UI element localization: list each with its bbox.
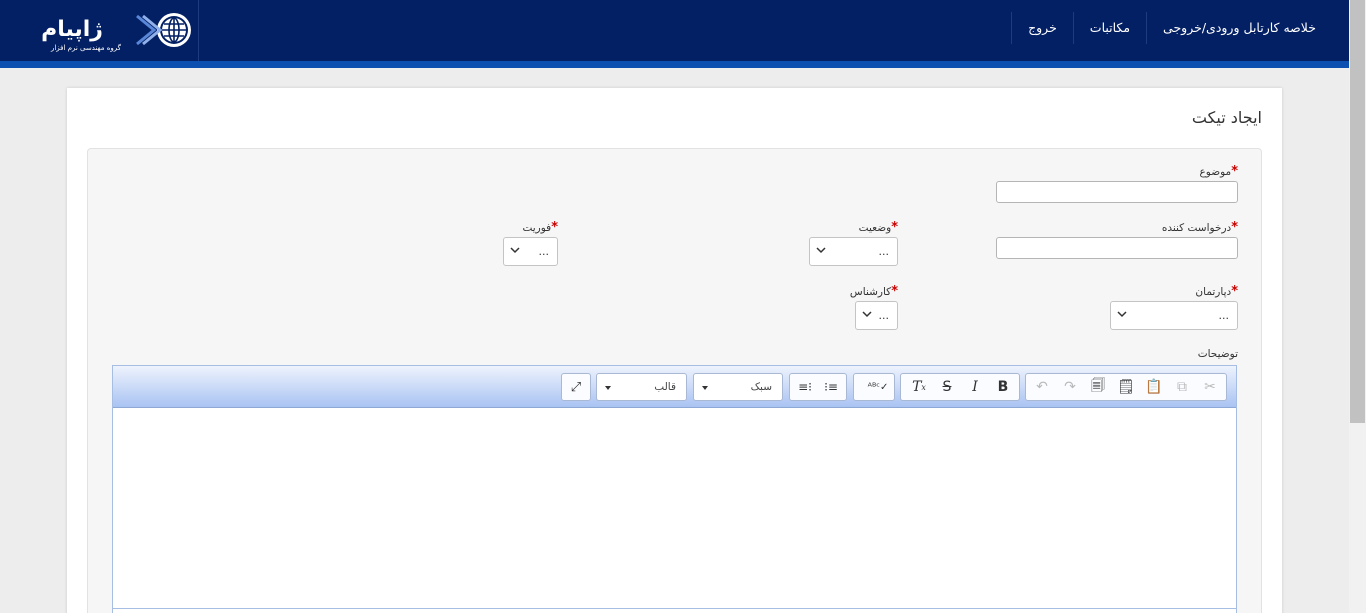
department-value: ... xyxy=(1218,309,1230,322)
paste-icon[interactable]: 📋 xyxy=(1140,375,1168,399)
template-combo-label: قالب xyxy=(654,381,676,393)
redo-icon[interactable]: ↷ xyxy=(1056,375,1084,399)
page-scrollbar[interactable] xyxy=(1349,0,1366,613)
spellcheck-icon[interactable]: ᴬᴮᶜ✓ xyxy=(864,375,892,399)
nav-item-inbox-summary[interactable]: خلاصه کارتابل ورودی/خروجی xyxy=(1146,12,1332,44)
rtl-icon[interactable]: ⁝≡ xyxy=(818,375,844,399)
paste-word-icon[interactable]: 🗐 xyxy=(1084,375,1112,399)
nav-menu: خروج مکاتبات خلاصه کارتابل ورودی/خروجی xyxy=(1011,12,1332,44)
spellcheck-group: ᴬᴮᶜ✓ xyxy=(853,373,895,401)
dropdown-arrow-icon xyxy=(605,386,611,390)
chevron-down-icon xyxy=(862,311,872,318)
logo-divider xyxy=(198,0,199,61)
subject-input[interactable] xyxy=(996,181,1238,203)
status-label: *وضعیت xyxy=(858,220,898,235)
remove-format-icon[interactable]: Tx xyxy=(905,375,933,399)
priority-label: *فوریت xyxy=(522,220,558,235)
expert-select[interactable]: ... xyxy=(855,301,898,330)
description-label: توضیحات xyxy=(1197,348,1238,360)
undo-icon[interactable]: ↶ xyxy=(1028,375,1056,399)
ticket-form: *موضوع *درخواست کننده *وضعیت ... *فوریت … xyxy=(87,148,1262,613)
clipboard-group: ✂ ⧉ 📋 🗒 🗐 ↷ ↶ xyxy=(1025,373,1227,401)
page-title: ایجاد تیکت xyxy=(1191,108,1262,127)
status-value: ... xyxy=(878,245,890,258)
logo-subtitle: گروه مهندسی نرم افزار xyxy=(50,43,122,52)
priority-value: ... xyxy=(538,245,550,258)
scrollbar-thumb[interactable] xyxy=(1350,0,1365,423)
nav-item-logout[interactable]: خروج xyxy=(1011,12,1073,44)
top-navbar: ژاپیام گروه مهندسی نرم افزار خروج مکاتبا… xyxy=(0,0,1349,61)
style-combo[interactable]: سبک xyxy=(693,373,783,401)
description-editor: ✂ ⧉ 📋 🗒 🗐 ↷ ↶ B I S Tx ᴬᴮᶜ✓ ⁝≡ ≡⁝ سبک قا… xyxy=(112,365,1237,613)
department-label: *دپارتمان xyxy=(1195,284,1238,299)
chevron-down-icon xyxy=(1117,311,1127,318)
chevron-down-icon xyxy=(510,247,520,254)
ltr-icon[interactable]: ≡⁝ xyxy=(792,375,818,399)
status-select[interactable]: ... xyxy=(809,237,898,266)
direction-group: ⁝≡ ≡⁝ xyxy=(789,373,847,401)
editor-toolbar: ✂ ⧉ 📋 🗒 🗐 ↷ ↶ B I S Tx ᴬᴮᶜ✓ ⁝≡ ≡⁝ سبک قا… xyxy=(113,366,1236,408)
maximize-group: ⤢ xyxy=(561,373,591,401)
strikethrough-icon[interactable]: S xyxy=(933,375,961,399)
chevron-down-icon xyxy=(816,247,826,254)
format-group: B I S Tx xyxy=(900,373,1020,401)
requester-input[interactable] xyxy=(996,237,1238,259)
company-logo[interactable]: ژاپیام گروه مهندسی نرم افزار xyxy=(14,6,199,56)
expert-value: ... xyxy=(878,309,890,322)
required-mark: * xyxy=(1231,164,1238,179)
cut-icon[interactable]: ✂ xyxy=(1196,375,1224,399)
style-combo-label: سبک xyxy=(750,381,772,393)
main-panel: ایجاد تیکت *موضوع *درخواست کننده *وضعیت … xyxy=(67,88,1282,613)
navbar-accent-strip xyxy=(0,61,1349,68)
dropdown-arrow-icon xyxy=(702,386,708,390)
expert-label: *کارشناس xyxy=(849,284,898,299)
maximize-icon[interactable]: ⤢ xyxy=(564,375,588,399)
requester-label: *درخواست کننده xyxy=(1161,220,1238,235)
copy-icon[interactable]: ⧉ xyxy=(1168,375,1196,399)
priority-select[interactable]: ... xyxy=(503,237,558,266)
department-select[interactable]: ... xyxy=(1110,301,1238,330)
paste-text-icon[interactable]: 🗒 xyxy=(1112,375,1140,399)
editor-content-area[interactable] xyxy=(113,409,1236,609)
nav-item-correspondence[interactable]: مکاتبات xyxy=(1072,12,1146,44)
template-combo[interactable]: قالب xyxy=(596,373,687,401)
italic-icon[interactable]: I xyxy=(961,375,989,399)
bold-icon[interactable]: B xyxy=(989,375,1017,399)
logo-text: ژاپیام xyxy=(41,17,103,42)
subject-label: *موضوع xyxy=(1199,164,1238,179)
